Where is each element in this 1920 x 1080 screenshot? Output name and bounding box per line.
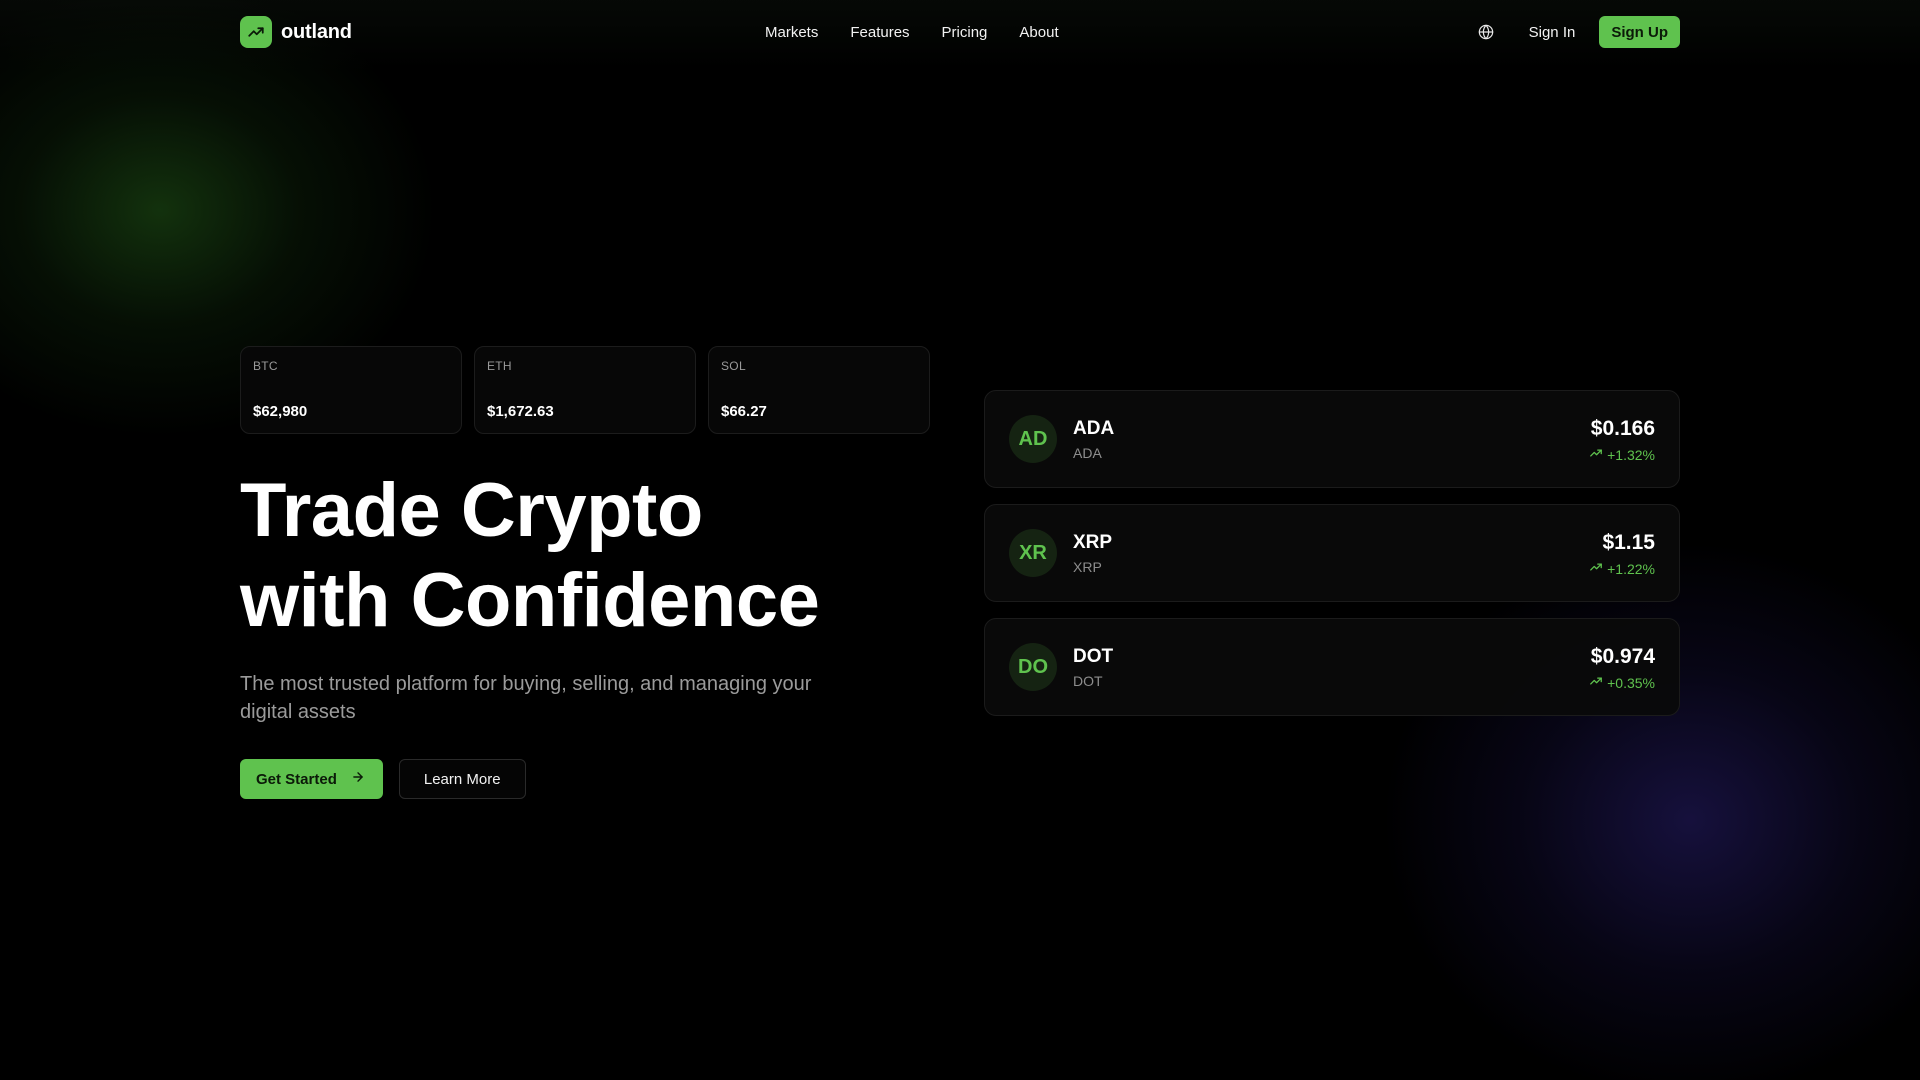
asset-avatar: AD xyxy=(1009,415,1057,463)
asset-symbol: DOT xyxy=(1073,673,1103,689)
asset-name: ADA xyxy=(1073,418,1115,439)
ticker-price: $1,672.63 xyxy=(487,403,554,420)
hero-title: Trade Crypto with Confidence xyxy=(240,466,880,646)
hero-title-line-2: with Confidence xyxy=(240,558,820,643)
asset-change-value: +1.32% xyxy=(1607,446,1655,463)
nav-link-markets[interactable]: Markets xyxy=(765,24,818,41)
asset-card-dot[interactable]: DO DOT DOT $0.974 +0.35% xyxy=(984,618,1680,716)
get-started-label: Get Started xyxy=(256,770,337,788)
ticker-symbol: ETH xyxy=(487,359,512,373)
ticker-symbol: SOL xyxy=(721,359,746,373)
asset-avatar: DO xyxy=(1009,643,1057,691)
ticker-card-eth[interactable]: ETH $1,672.63 xyxy=(474,346,696,434)
sign-up-button[interactable]: Sign Up xyxy=(1599,16,1680,48)
asset-change-value: +0.35% xyxy=(1607,674,1655,691)
asset-change: +1.22% xyxy=(1589,560,1655,577)
nav-links: Markets Features Pricing About xyxy=(765,16,1059,48)
nav-link-pricing[interactable]: Pricing xyxy=(942,24,988,41)
trending-up-icon xyxy=(1589,560,1603,577)
nav-link-about[interactable]: About xyxy=(1019,24,1058,41)
asset-symbol: ADA xyxy=(1073,445,1102,461)
asset-price: $1.15 xyxy=(1602,531,1655,554)
hero-actions: Get Started Learn More xyxy=(240,759,526,799)
price-tickers: BTC $62,980 ETH $1,672.63 SOL $66.27 xyxy=(240,346,930,434)
asset-price: $0.974 xyxy=(1590,645,1655,668)
asset-card-ada[interactable]: AD ADA ADA $0.166 +1.32% xyxy=(984,390,1680,488)
sign-in-button[interactable]: Sign In xyxy=(1529,24,1576,41)
brand-home-link[interactable]: outland xyxy=(240,16,352,48)
nav-link-features[interactable]: Features xyxy=(850,24,909,41)
trending-up-icon xyxy=(1589,674,1603,691)
learn-more-button[interactable]: Learn More xyxy=(398,759,526,799)
asset-name: XRP xyxy=(1073,532,1113,553)
top-navigation: outland Markets Features Pricing About S… xyxy=(240,16,1680,48)
ticker-card-sol[interactable]: SOL $66.27 xyxy=(708,346,930,434)
arrow-right-icon xyxy=(351,770,365,788)
asset-price: $0.166 xyxy=(1590,417,1655,440)
page: outland Markets Features Pricing About S… xyxy=(0,0,1920,1080)
hero-title-line-1: Trade Crypto xyxy=(240,468,703,553)
ticker-symbol: BTC xyxy=(253,359,278,373)
brand-name: outland xyxy=(281,20,352,43)
globe-icon[interactable] xyxy=(1477,23,1495,41)
get-started-button[interactable]: Get Started xyxy=(240,759,383,799)
asset-change: +1.32% xyxy=(1589,446,1655,463)
nav-actions: Sign In Sign Up xyxy=(1477,16,1680,48)
asset-change: +0.35% xyxy=(1589,674,1655,691)
asset-change-value: +1.22% xyxy=(1607,560,1655,577)
ticker-card-btc[interactable]: BTC $62,980 xyxy=(240,346,462,434)
asset-avatar: XR xyxy=(1009,529,1057,577)
asset-list: AD ADA ADA $0.166 +1.32% XR XRP XRP $1.1… xyxy=(984,390,1680,716)
trending-up-icon xyxy=(1589,446,1603,463)
ticker-price: $62,980 xyxy=(253,403,308,420)
asset-symbol: XRP xyxy=(1073,559,1102,575)
asset-name: DOT xyxy=(1073,646,1114,667)
asset-card-xrp[interactable]: XR XRP XRP $1.15 +1.22% xyxy=(984,504,1680,602)
hero-subtitle: The most trusted platform for buying, se… xyxy=(240,673,812,723)
ticker-price: $66.27 xyxy=(721,403,767,420)
trending-up-icon xyxy=(240,16,272,48)
